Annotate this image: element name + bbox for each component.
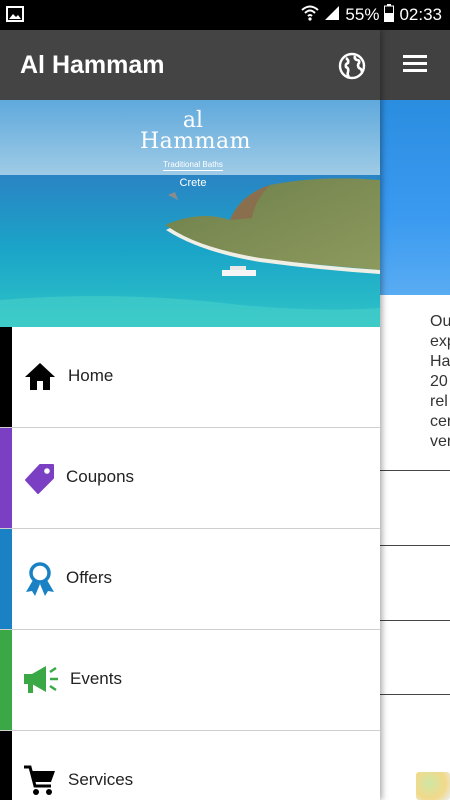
drawer-menu: Home Coupons Offers Events Services <box>0 327 380 800</box>
tag-icon <box>22 460 58 496</box>
background-intro-text: Ou exp Ha 20 rel cer ver <box>430 313 450 450</box>
menu-label-events: Events <box>70 669 122 688</box>
menu-color-bar <box>0 428 12 528</box>
al-hammam-logo: al Hammam Traditional Baths Crete <box>140 108 252 190</box>
app-title: Al Hammam <box>20 51 165 79</box>
menu-color-bar <box>0 731 12 800</box>
megaphone-icon <box>22 662 62 698</box>
menu-color-bar <box>0 529 12 629</box>
navigation-drawer: Al Hammam al Hammam Traditional Baths Cr… <box>0 30 380 800</box>
status-bar: 55% 02:33 <box>0 0 450 30</box>
battery-percent: 55% <box>345 5 380 24</box>
menu-item-home[interactable]: Home <box>0 327 380 428</box>
menu-color-bar <box>0 630 12 730</box>
hamburger-menu-icon[interactable] <box>398 52 432 78</box>
gallery-notification-icon <box>6 6 24 27</box>
menu-color-bar <box>0 327 12 427</box>
home-icon <box>22 359 58 395</box>
background-app-bar <box>380 30 450 100</box>
background-hero-image <box>380 100 450 295</box>
divider <box>380 470 450 471</box>
menu-item-coupons[interactable]: Coupons <box>0 428 380 529</box>
map-thumbnail[interactable] <box>416 772 450 800</box>
drawer-header: Al Hammam <box>0 30 380 100</box>
globe-language-icon[interactable] <box>338 52 366 80</box>
clock: 02:33 <box>399 5 442 24</box>
background-page: Ou exp Ha 20 rel cer ver <box>380 30 450 800</box>
divider <box>380 545 450 546</box>
menu-label-offers: Offers <box>66 568 112 587</box>
divider <box>380 620 450 621</box>
menu-label-home: Home <box>68 366 114 385</box>
hero-banner: al Hammam Traditional Baths Crete <box>0 100 380 327</box>
menu-item-offers[interactable]: Offers <box>0 529 380 630</box>
divider <box>380 694 450 695</box>
menu-label-coupons: Coupons <box>66 467 135 486</box>
cart-icon <box>22 763 58 799</box>
menu-label-services: Services <box>68 770 134 789</box>
signal-icon <box>324 5 340 26</box>
menu-item-events[interactable]: Events <box>0 630 380 731</box>
menu-item-services[interactable]: Services <box>0 731 380 800</box>
ribbon-award-icon <box>22 561 58 597</box>
wifi-icon <box>301 5 320 26</box>
battery-icon <box>384 3 395 27</box>
